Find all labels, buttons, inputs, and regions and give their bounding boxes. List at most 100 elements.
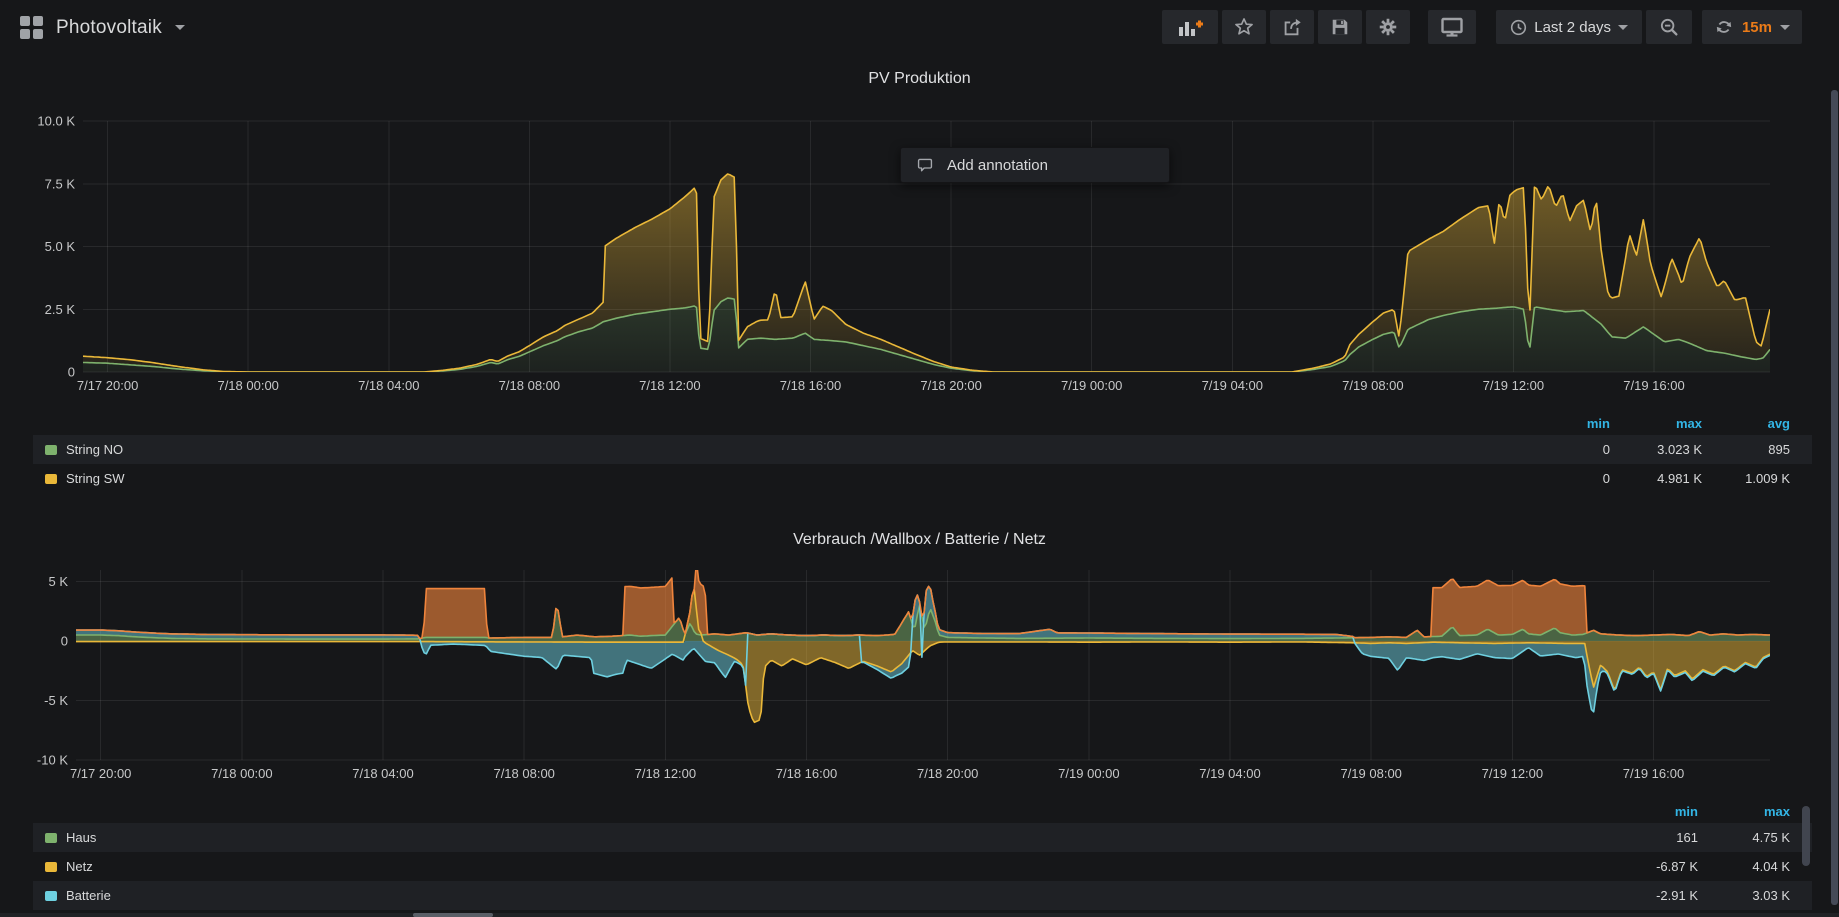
save-icon	[1330, 17, 1350, 37]
save-button[interactable]	[1318, 10, 1362, 44]
x-axis-tick-label: 7/19 12:00	[1482, 766, 1543, 781]
share-icon	[1281, 16, 1303, 38]
y-axis-tick-label: 7.5 K	[45, 176, 76, 191]
x-axis-tick-label: 7/18 04:00	[352, 766, 413, 781]
x-axis-tick-label: 7/19 12:00	[1483, 378, 1544, 393]
chevron-down-icon[interactable]	[175, 25, 185, 30]
x-axis-tick-label: 7/18 12:00	[635, 766, 696, 781]
y-axis-tick-label: 0	[61, 634, 68, 649]
zoom-out-button[interactable]	[1646, 10, 1692, 44]
horizontal-scrollbar-thumb[interactable]	[413, 913, 493, 917]
legend-swatch[interactable]	[45, 833, 57, 843]
legend-value-max: 3.023 K	[1610, 442, 1702, 457]
legend-row: String SW 04.981 K1.009 K	[33, 464, 1812, 493]
bar-chart-add-icon	[1177, 16, 1203, 38]
x-axis-tick-label: 7/18 16:00	[776, 766, 837, 781]
y-axis-tick-label: 5 K	[48, 574, 68, 589]
legend-row: Netz -6.87 K4.04 K	[33, 852, 1812, 881]
legend-col-min[interactable]: min	[1526, 416, 1610, 431]
legend-label-Netz[interactable]: Netz	[66, 859, 93, 874]
y-axis-tick-label: -5 K	[44, 693, 68, 708]
legend-row: Haus 1614.75 K	[33, 823, 1812, 852]
chevron-down-icon	[1780, 25, 1790, 30]
x-axis-tick-label: 7/19 04:00	[1202, 378, 1263, 393]
legend-value-avg: 1.009 K	[1702, 471, 1790, 486]
y-axis-tick-label: 2.5 K	[45, 302, 76, 317]
legend-header: minmax	[33, 800, 1812, 823]
page-scrollbar-thumb[interactable]	[1831, 90, 1838, 905]
x-axis-tick-label: 7/18 08:00	[493, 766, 554, 781]
legend-value-avg: 895	[1702, 442, 1790, 457]
add-annotation-menu-item[interactable]: Add annotation	[947, 157, 1048, 174]
time-range-picker[interactable]: Last 2 days	[1496, 10, 1642, 44]
add-panel-button[interactable]	[1162, 10, 1218, 44]
time-range-label: Last 2 days	[1534, 19, 1611, 36]
legend-value-max: 4.981 K	[1610, 471, 1702, 486]
y-axis-tick-label: 0	[68, 365, 75, 380]
monitor-icon	[1440, 16, 1464, 38]
settings-button[interactable]	[1366, 10, 1410, 44]
legend-col-min[interactable]: min	[1608, 804, 1698, 819]
x-axis-tick-label: 7/18 12:00	[639, 378, 700, 393]
legend-value-min: -2.91 K	[1608, 888, 1698, 903]
refresh-button[interactable]: 15m	[1702, 10, 1802, 44]
legend-col-avg[interactable]: avg	[1702, 416, 1790, 431]
legend-col-max[interactable]: max	[1698, 804, 1790, 819]
legend-verbrauch: minmax Haus 1614.75 K Netz -6.87 K4.04 K Batt…	[33, 800, 1812, 910]
horizontal-scrollbar-track[interactable]	[0, 913, 1839, 917]
legend-swatch[interactable]	[45, 445, 57, 455]
share-button[interactable]	[1270, 10, 1314, 44]
legend-value-min: 161	[1608, 830, 1698, 845]
x-axis-tick-label: 7/19 00:00	[1058, 766, 1119, 781]
x-axis-tick-label: 7/18 00:00	[217, 378, 278, 393]
legend-row: String NO 03.023 K895	[33, 435, 1812, 464]
legend-value-min: -6.87 K	[1608, 859, 1698, 874]
y-axis-tick-label: 10.0 K	[37, 114, 75, 129]
gear-icon	[1377, 16, 1399, 38]
x-axis-tick-label: 7/18 04:00	[358, 378, 419, 393]
legend-label-Haus[interactable]: Haus	[66, 830, 96, 845]
context-menu[interactable]: Add annotation	[900, 147, 1170, 183]
legend-swatch[interactable]	[45, 474, 57, 484]
legend-label-String SW[interactable]: String SW	[66, 471, 125, 486]
legend-label-String NO[interactable]: String NO	[66, 442, 123, 457]
clock-icon	[1510, 19, 1527, 36]
legend-value-max: 4.04 K	[1698, 859, 1790, 874]
x-axis-tick-label: 7/18 20:00	[920, 378, 981, 393]
legend-header: minmaxavg	[33, 412, 1812, 435]
x-axis-tick-label: 7/18 20:00	[917, 766, 978, 781]
dashboard-grid-icon[interactable]	[20, 16, 43, 39]
star-icon	[1233, 16, 1255, 38]
star-button[interactable]	[1222, 10, 1266, 44]
x-axis-tick-label: 7/19 04:00	[1199, 766, 1260, 781]
chevron-down-icon	[1618, 25, 1628, 30]
comment-icon	[916, 156, 934, 174]
legend-scrollbar-thumb[interactable]	[1802, 806, 1810, 866]
legend-value-max: 4.75 K	[1698, 830, 1790, 845]
x-axis-tick-label: 7/19 16:00	[1623, 378, 1684, 393]
legend-swatch[interactable]	[45, 891, 57, 901]
legend-swatch[interactable]	[45, 862, 57, 872]
x-axis-tick-label: 7/19 00:00	[1061, 378, 1122, 393]
y-axis-tick-label: -10 K	[37, 753, 68, 768]
zoom-out-icon	[1658, 16, 1680, 38]
legend-label-Batterie[interactable]: Batterie	[66, 888, 111, 903]
chart-0[interactable]: 10.0 K 7.5 K 5.0 K 2.5 K 07/17 20:00 7/18 00:…	[0, 95, 1839, 407]
legend-pv-produktion: minmaxavg String NO 03.023 K895 String SW 04…	[33, 412, 1812, 493]
x-axis-tick-label: 7/18 08:00	[499, 378, 560, 393]
refresh-interval-label: 15m	[1742, 19, 1772, 36]
chart-1[interactable]: 5 K 0 -5 K -10 K7/17 20:00 7/18 00:00 7/18 04…	[0, 556, 1839, 796]
y-axis-tick-label: 5.0 K	[45, 239, 76, 254]
legend-value-min: 0	[1526, 471, 1610, 486]
x-axis-tick-label: 7/18 00:00	[211, 766, 272, 781]
legend-row: Batterie-2.91 K3.03 K	[33, 881, 1812, 910]
panel-title-verbrauch[interactable]: Verbrauch /Wallbox / Batterie / Netz	[0, 531, 1839, 549]
x-axis-tick-label: 7/17 20:00	[77, 378, 138, 393]
tv-mode-button[interactable]	[1428, 10, 1476, 44]
x-axis-tick-label: 7/19 16:00	[1623, 766, 1684, 781]
dashboard-title[interactable]: Photovoltaik	[56, 17, 162, 39]
legend-col-max[interactable]: max	[1610, 416, 1702, 431]
x-axis-tick-label: 7/17 20:00	[70, 766, 131, 781]
panel-title-pv-produktion[interactable]: PV Produktion	[0, 70, 1839, 88]
legend-value-min: 0	[1526, 442, 1610, 457]
